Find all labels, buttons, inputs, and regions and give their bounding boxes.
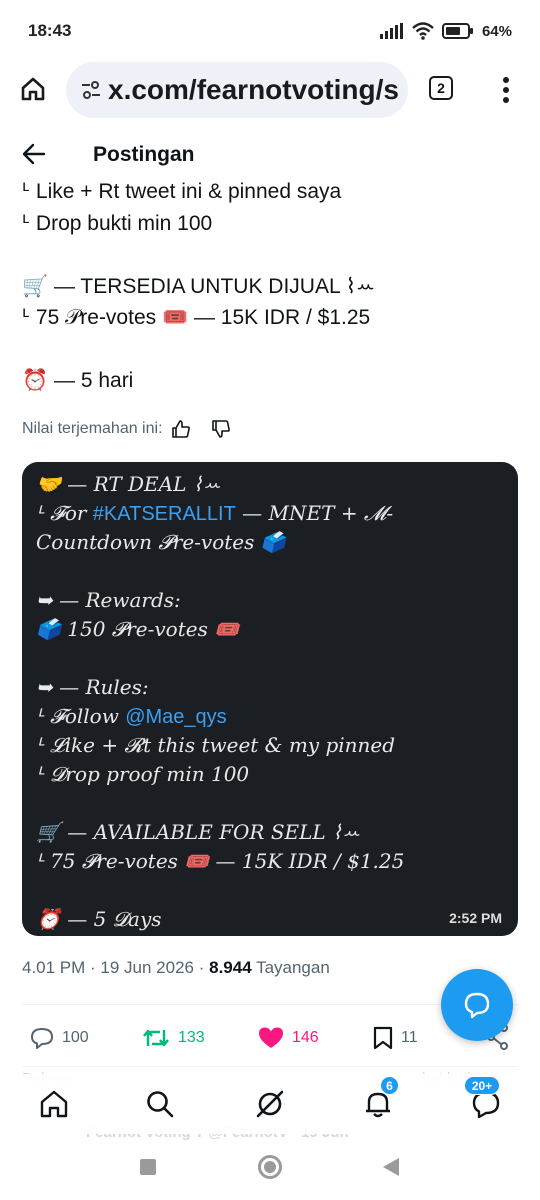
- status-icons: 64%: [379, 22, 512, 40]
- image-text-segment: Countdown 𝓟re-votes 🗳️: [36, 530, 286, 554]
- tweet-line: ᒻ Drop bukti min 100: [22, 211, 213, 235]
- image-text-line: ➥ — Rewards:: [36, 586, 504, 615]
- chat-bubble-icon: [464, 992, 490, 1019]
- tweet-line: [22, 334, 522, 366]
- tab-home[interactable]: [36, 1086, 72, 1122]
- tweet-image[interactable]: 🤝 — RT DEAL ⌇ꕀ ᒻ 𝓕or #KATSERALLIT — MNET …: [22, 462, 518, 936]
- system-nav-bar: [0, 1140, 540, 1200]
- reply-icon: [31, 1028, 53, 1049]
- site-settings-icon[interactable]: [80, 80, 102, 100]
- back-nav-icon[interactable]: [382, 1157, 400, 1177]
- tweet-timestamp[interactable]: 4.01 PM · 19 Jun 2026 ·: [22, 958, 209, 977]
- reply-button[interactable]: 100: [30, 1026, 89, 1050]
- thumbs-up-icon[interactable]: [171, 419, 191, 439]
- image-text-segment: ᒻ 75 𝓟re-votes 🎟️ — 15K IDR / $1.25: [36, 849, 405, 873]
- image-text-line: Countdown 𝓟re-votes 🗳️: [36, 528, 504, 557]
- browser-toolbar: x.com/fearnotvoting/s 2: [0, 62, 540, 124]
- image-text-segment: ⏰ — 5 𝓓ays: [36, 907, 162, 931]
- more-menu-icon[interactable]: [500, 76, 512, 104]
- image-text-line: [36, 644, 504, 673]
- image-text-segment: 🤝 — RT DEAL ⌇ꕀ: [36, 472, 221, 496]
- image-text-segment: ᒻ 𝓕or: [36, 501, 93, 525]
- image-link-text: @Mae_qys: [125, 706, 227, 728]
- battery-level: 64%: [481, 22, 512, 40]
- tweet-line: 🛒 — TERSEDIA UNTUK DIJUAL ⌇ꕀ: [22, 274, 376, 298]
- image-text-line: 🛒 — AVAILABLE FOR SELL ⌇ꕀ: [36, 818, 504, 847]
- tweet-line: ᒻ 75 𝒫re-votes 🎟️ — 15K IDR / $1.25: [22, 306, 371, 329]
- image-text-line: 🤝 — RT DEAL ⌇ꕀ: [36, 470, 504, 499]
- image-link-text: #KATSERALLIT: [92, 503, 236, 525]
- compose-reply-fab[interactable]: [441, 969, 513, 1041]
- url-text: x.com/fearnotvoting/s: [108, 74, 399, 105]
- image-text-line: ᒻ 𝓕ollow @Mae_qys: [36, 702, 504, 731]
- like-button[interactable]: 146: [258, 1026, 319, 1050]
- image-text-line: [36, 789, 504, 818]
- bookmark-count: 11: [401, 1029, 418, 1046]
- recents-button[interactable]: [140, 1159, 156, 1175]
- views-count: 8.944: [209, 958, 252, 977]
- page-header: Postingan: [0, 128, 540, 182]
- image-text-segment: ᒻ 𝓕ollow: [36, 704, 126, 728]
- tab-search[interactable]: [142, 1086, 178, 1122]
- image-text-line: [36, 876, 504, 905]
- image-text-line: ᒻ 75 𝓟re-votes 🎟️ — 15K IDR / $1.25: [36, 847, 504, 876]
- status-bar: 18:43 64%: [0, 0, 540, 62]
- signal-icon: [379, 23, 403, 39]
- like-count: 146: [292, 1029, 319, 1046]
- image-text-segment: ᒻ 𝓓rop proof min 100: [36, 762, 250, 786]
- tab-count: 2: [437, 80, 445, 96]
- address-bar[interactable]: x.com/fearnotvoting/s: [66, 62, 408, 118]
- back-arrow-icon[interactable]: [22, 143, 46, 165]
- image-text-line: ᒻ 𝓛ike + 𝓡t this tweet & my pinned: [36, 731, 504, 760]
- notification-badge: 6: [380, 1076, 399, 1095]
- retweet-button[interactable]: 133: [142, 1026, 205, 1050]
- page-title: Postingan: [93, 143, 195, 166]
- tab-messages[interactable]: 20+: [464, 1076, 504, 1122]
- home-nav-dot: [264, 1161, 276, 1173]
- image-text-segment: 🗳️ 150 𝓟re-votes 🎟️: [36, 617, 240, 641]
- translation-rating: Nilai terjemahan ini:: [22, 419, 231, 439]
- tweet-meta: 4.01 PM · 19 Jun 2026 · 8.944 Tayangan: [22, 958, 330, 978]
- image-text-segment: 🛒 — AVAILABLE FOR SELL ⌇ꕀ: [36, 820, 360, 844]
- tab-grok[interactable]: [252, 1086, 288, 1122]
- tweet-actions: 100 133 146 11: [22, 1018, 518, 1058]
- home-nav-button[interactable]: [258, 1155, 282, 1179]
- divider: [22, 1066, 518, 1067]
- heart-icon: [259, 1027, 283, 1048]
- tweet-line: ⏰ — 5 hari: [22, 369, 134, 392]
- bookmark-icon: [373, 1026, 393, 1050]
- retweet-icon: [143, 1029, 169, 1047]
- tab-notifications[interactable]: 6: [360, 1076, 399, 1122]
- bookmark-button[interactable]: 11: [373, 1026, 418, 1050]
- image-text-line: [36, 557, 504, 586]
- image-timestamp: 2:52 PM: [449, 910, 502, 926]
- status-time: 18:43: [28, 21, 72, 40]
- image-text-segment: ➥ — Rules:: [36, 675, 149, 699]
- image-text-line: ᒻ 𝓕or #KATSERALLIT — MNET + 𝓜-: [36, 499, 504, 528]
- tab-switcher-button[interactable]: 2: [429, 76, 453, 100]
- image-text-block: 🤝 — RT DEAL ⌇ꕀ ᒻ 𝓕or #KATSERALLIT — MNET …: [36, 470, 504, 934]
- image-text-line: ᒻ 𝓓rop proof min 100: [36, 760, 504, 789]
- retweet-count: 133: [178, 1029, 205, 1046]
- wifi-icon: [412, 22, 434, 40]
- image-text-line: ➥ — Rules:: [36, 673, 504, 702]
- tweet-body: ᒻ Like + Rt tweet ini & pinned saya ᒻ Dr…: [22, 176, 522, 397]
- grok-icon: [256, 1090, 284, 1118]
- app-tab-bar: 6 20+: [0, 1074, 540, 1134]
- image-text-segment: ➥ — Rewards:: [36, 588, 181, 612]
- rating-label: Nilai terjemahan ini:: [22, 420, 163, 437]
- image-text-line: ⏰ — 5 𝓓ays: [36, 905, 504, 934]
- battery-icon: [441, 23, 473, 39]
- reply-count: 100: [62, 1029, 89, 1046]
- home-icon[interactable]: [20, 76, 46, 102]
- image-text-segment: ᒻ 𝓛ike + 𝓡t this tweet & my pinned: [36, 733, 396, 757]
- views-label: Tayangan: [251, 958, 330, 977]
- messages-badge: 20+: [464, 1076, 500, 1095]
- home-tab-icon: [40, 1090, 68, 1118]
- search-icon: [147, 1091, 174, 1118]
- thumbs-down-icon[interactable]: [211, 419, 231, 439]
- tweet-line: [22, 239, 522, 271]
- image-text-line: 🗳️ 150 𝓟re-votes 🎟️: [36, 615, 504, 644]
- image-text-segment: — MNET + 𝓜-: [235, 501, 394, 525]
